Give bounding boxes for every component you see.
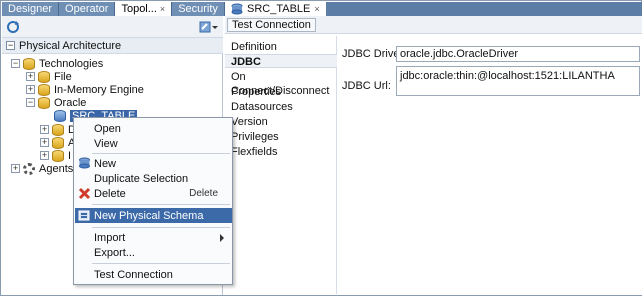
menu-item-export[interactable]: Export...: [75, 245, 232, 260]
tab-operator[interactable]: Operator: [59, 2, 116, 16]
tab-title: SRC_TABLE: [247, 3, 311, 15]
folder-db-icon: [23, 57, 35, 70]
menu-separator: [92, 227, 230, 228]
chevron-down-icon[interactable]: [211, 20, 219, 34]
tree-item-file[interactable]: + File: [26, 70, 72, 83]
menu-separator: [92, 263, 230, 264]
context-menu: Open View New Duplicate Selection Delete…: [73, 117, 233, 285]
test-connection-button[interactable]: Test Connection: [227, 18, 316, 32]
tree-item-technologies[interactable]: − Technologies: [11, 57, 103, 70]
folder-db-icon: [52, 136, 64, 149]
folder-db-icon: [38, 70, 50, 83]
folder-db-icon: [52, 123, 64, 136]
tree-item-in-memory-engine[interactable]: + In-Memory Engine: [26, 83, 144, 96]
menu-label: Test Connection: [94, 268, 173, 281]
menu-label: New Physical Schema: [94, 209, 204, 222]
jdbc-form: JDBC Driver: oracle.jdbc.OracleDriver JD…: [339, 36, 642, 294]
tree-label: In-Memory Engine: [54, 83, 144, 96]
data-server-icon: [79, 157, 90, 169]
menu-label: New: [94, 157, 117, 170]
expand-icon[interactable]: +: [40, 138, 49, 147]
expand-icon[interactable]: +: [11, 164, 20, 173]
close-icon[interactable]: ×: [314, 4, 319, 14]
menu-separator: [92, 204, 230, 205]
menu-accelerator: Delete: [189, 188, 218, 199]
menu-item-new-physical-schema[interactable]: New Physical Schema: [75, 208, 232, 223]
menu-item-open[interactable]: Open: [75, 121, 232, 136]
menu-label: Duplicate Selection: [94, 172, 189, 185]
folder-db-icon: [38, 83, 50, 96]
gear-icon: [23, 162, 35, 175]
menu-label: Import: [94, 231, 126, 244]
editor-toolbar: Test Connection: [225, 16, 642, 34]
menu-label: Delete: [94, 187, 126, 200]
menu-item-new[interactable]: New: [75, 156, 232, 171]
submenu-arrow-icon: [220, 233, 224, 242]
new-schema-icon: [78, 210, 90, 221]
menu-item-view[interactable]: View: [75, 136, 232, 151]
tree-item-child-3[interactable]: + I: [40, 149, 71, 162]
nav-on-connect[interactable]: On Connect/Disconnect: [225, 70, 337, 97]
tab-topology-label: Topol...: [121, 3, 157, 15]
tab-security[interactable]: Security: [172, 2, 225, 16]
jdbc-url-field[interactable]: jdbc:oracle:thin:@localhost:1521:LILANTH…: [396, 66, 640, 96]
tab-designer[interactable]: Designer: [2, 2, 60, 16]
nav-definition[interactable]: Definition: [225, 40, 337, 54]
tree-item-oracle[interactable]: − Oracle: [26, 96, 86, 109]
editor-tab-bar: SRC_TABLE ×: [225, 2, 642, 16]
menu-separator: [92, 153, 230, 154]
tree-item-child-1[interactable]: + D: [40, 123, 76, 136]
refresh-icon[interactable]: [6, 20, 20, 34]
navigator-tab-bar: Designer Operator Topol... × Security: [2, 2, 244, 16]
odi-window: Designer Operator Topol...× Security −: [0, 0, 642, 296]
expand-icon[interactable]: +: [40, 151, 49, 160]
menu-item-duplicate-selection[interactable]: Duplicate Selection: [75, 171, 232, 186]
folder-db-icon: [38, 96, 50, 109]
tree-item-child-2[interactable]: + A: [40, 136, 75, 149]
expand-icon[interactable]: +: [26, 72, 35, 81]
expand-icon[interactable]: +: [40, 125, 49, 134]
section-title: Physical Architecture: [19, 39, 122, 52]
jdbc-driver-field[interactable]: oracle.jdbc.OracleDriver: [396, 46, 640, 62]
tree-label: I: [68, 149, 72, 162]
nav-flexfields[interactable]: Flexfields: [225, 145, 337, 159]
menu-item-test-connection[interactable]: Test Connection: [75, 267, 232, 282]
collapse-icon[interactable]: −: [11, 59, 20, 68]
tab-src-table[interactable]: SRC_TABLE ×: [225, 2, 326, 16]
physical-architecture-header[interactable]: − Physical Architecture: [2, 38, 223, 54]
new-item-icon[interactable]: [198, 20, 212, 34]
editor-nav: Definition JDBC On Connect/Disconnect Pr…: [225, 36, 337, 294]
collapse-icon[interactable]: −: [6, 41, 15, 50]
navigator-toolbar: [2, 16, 223, 38]
menu-label: Open: [94, 122, 121, 135]
data-server-icon: [231, 3, 243, 15]
menu-item-import[interactable]: Import: [75, 230, 232, 245]
menu-item-delete[interactable]: Delete Delete: [75, 186, 232, 201]
editor-panel: SRC_TABLE × Test Connection Definition J…: [225, 2, 642, 295]
nav-datasources[interactable]: Datasources: [225, 100, 337, 114]
menu-label: View: [94, 137, 118, 150]
menu-label: Export...: [94, 246, 135, 259]
tree-item-agents[interactable]: + Agents: [11, 162, 73, 175]
tree-label: File: [54, 70, 72, 83]
tree-label: Agents: [39, 162, 74, 175]
nav-jdbc[interactable]: JDBC: [225, 54, 337, 68]
expand-icon[interactable]: +: [26, 85, 35, 94]
nav-version[interactable]: Version: [225, 115, 337, 129]
data-server-icon: [54, 109, 66, 122]
close-icon[interactable]: ×: [160, 4, 165, 14]
tab-topology[interactable]: Topol... ×: [115, 2, 173, 16]
collapse-icon[interactable]: −: [26, 98, 35, 107]
nav-properties[interactable]: Properties: [225, 85, 337, 99]
jdbc-url-label: JDBC Url:: [342, 80, 391, 92]
tree-label: Technologies: [39, 57, 104, 70]
delete-x-icon: [78, 187, 91, 200]
tree-label: Oracle: [54, 96, 87, 109]
nav-privileges[interactable]: Privileges: [225, 130, 337, 144]
folder-db-icon: [52, 149, 64, 162]
